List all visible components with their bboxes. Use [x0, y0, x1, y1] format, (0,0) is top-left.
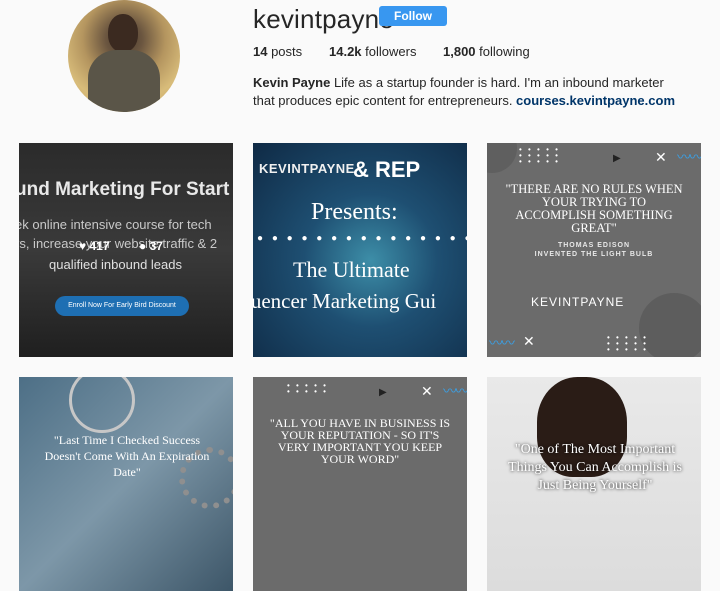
following-count: 1,800 — [443, 44, 476, 59]
post-subtitle-line: ek online intensive course for tech — [19, 217, 212, 232]
followers-label: followers — [361, 44, 417, 59]
comment-icon: ● — [139, 239, 147, 253]
heart-icon: ♥ — [79, 239, 87, 253]
close-icon: ✕ — [421, 383, 433, 399]
pocket-watch-chain — [69, 377, 135, 433]
close-icon: ✕ — [655, 149, 667, 165]
post-tile[interactable]: • • • • • • • • • • ▶ ✕ 〰〰 "ALL YOU HAVE … — [253, 377, 467, 591]
profile-stats: 14 posts 14.2k followers 1,800 following — [253, 44, 530, 59]
wave-icon: 〰〰 — [443, 383, 467, 399]
posts-label: posts — [267, 44, 303, 59]
comments-count: 37 — [149, 239, 163, 253]
followers-stat[interactable]: 14.2k followers — [329, 44, 443, 59]
bio-link[interactable]: courses.kevintpayne.com — [516, 93, 675, 108]
post-subtitle: ek online intensive course for tech rs, … — [19, 215, 233, 253]
post-tile[interactable]: "One of The Most Important Things You Ca… — [487, 377, 701, 591]
followers-count: 14.2k — [329, 44, 362, 59]
post-quote: "THERE ARE NO RULES WHEN YOUR TRYING TO … — [505, 182, 683, 235]
profile-username: kevintpayne — [253, 4, 394, 34]
following-label: following — [475, 44, 530, 59]
post-tile[interactable]: • • • • • • • • • • • • • • • ▶ ✕ 〰〰 "THER… — [487, 143, 701, 357]
quote-attribution: THOMAS EDISON INVENTED THE LIGHT BULB — [501, 241, 687, 259]
post-title: und Marketing For Start — [19, 179, 230, 200]
bio-name: Kevin Payne — [253, 75, 331, 90]
post-cta-banner: Enroll Now For Early Bird Discount — [55, 296, 189, 316]
avatar-head — [108, 14, 138, 52]
post-dots-divider: ● ● ● ● ● ● ● ● ● ● ● ● ● ● ● ● ● — [257, 233, 467, 244]
profile-avatar[interactable] — [68, 0, 180, 112]
play-icon: ▶ — [613, 153, 621, 164]
posts-stat: 14 posts — [253, 44, 329, 59]
post-headline: The Ultimate — [293, 257, 410, 282]
dot-grid-decor: • • • • • • • • • • • • • • • — [519, 145, 560, 166]
comments-overlay: ● 37 — [139, 239, 163, 253]
dot-grid-decor: • • • • • • • • • • — [287, 381, 328, 396]
likes-count: 417 — [89, 239, 110, 253]
dot-grid-decor: • • • • • • • • • • • • • • • — [607, 333, 648, 354]
post-presents: Presents: — [311, 199, 398, 225]
post-subtitle-line: rs, increase your website traffic & 2 — [19, 236, 218, 251]
profile-bio: Kevin Payne Life as a startup founder is… — [253, 74, 683, 110]
follow-button[interactable]: Follow — [379, 6, 447, 26]
wave-icon: 〰〰 — [489, 335, 515, 351]
quote-author: THOMAS EDISON — [557, 242, 631, 249]
post-tile[interactable]: KEVINTPAYNE & REP Presents: ● ● ● ● ● ● … — [253, 143, 467, 357]
post-quote: "ALL YOU HAVE IN BUSINESS IS YOUR REPUTA… — [269, 416, 451, 466]
close-icon: ✕ — [523, 333, 535, 349]
post-subtitle-line: qualified inbound leads — [49, 257, 182, 272]
post-tile[interactable]: "Last Time I Checked Success Doesn't Com… — [19, 377, 233, 591]
post-quote: "Last Time I Checked Success Doesn't Com… — [44, 433, 210, 479]
play-icon: ▶ — [379, 387, 387, 398]
posts-count: 14 — [253, 44, 268, 59]
post-quote: "One of The Most Important Things You Ca… — [508, 442, 682, 493]
post-rep-logo: & REP — [353, 157, 421, 182]
post-brand-logo: KEVINTPAYNE — [531, 295, 625, 309]
avatar-body — [88, 50, 160, 112]
post-tile[interactable]: und Marketing For Start ek online intens… — [19, 143, 233, 357]
decor-circle — [487, 143, 517, 173]
quote-author-sub: INVENTED THE LIGHT BULB — [534, 251, 654, 258]
likes-overlay: ♥ 417 — [79, 239, 110, 253]
post-brand-logo: KEVINTPAYNE — [259, 161, 355, 176]
decor-circle — [639, 293, 701, 357]
following-stat[interactable]: 1,800 following — [443, 44, 530, 59]
wave-icon: 〰〰 — [677, 149, 701, 165]
post-headline-line2: luencer Marketing Gui — [253, 289, 437, 313]
